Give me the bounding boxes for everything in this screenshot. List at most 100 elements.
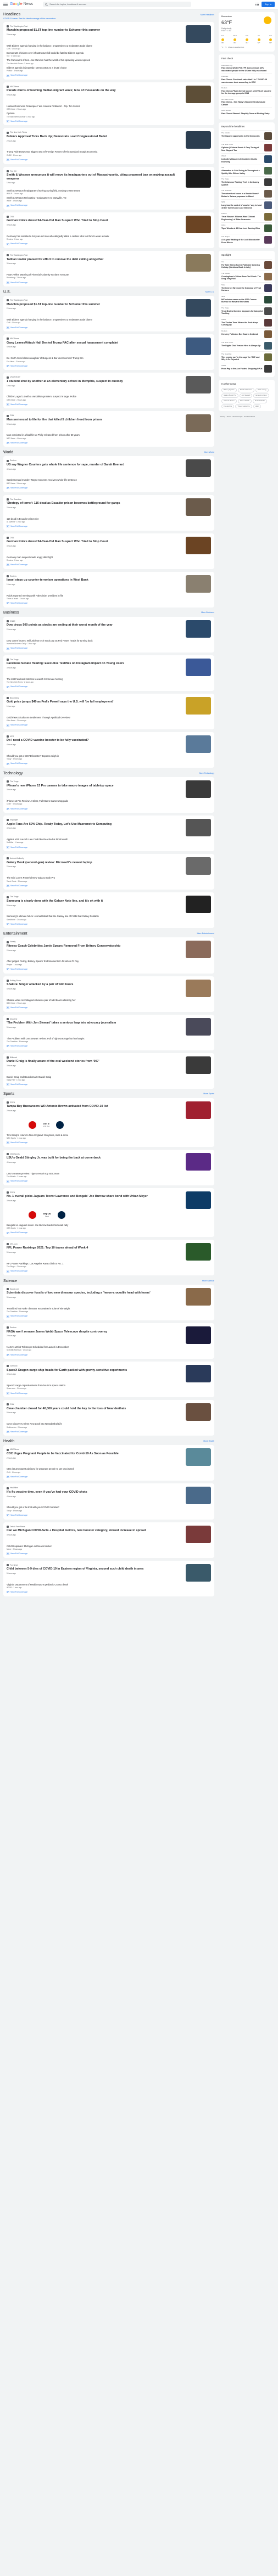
related-headline[interactable]: Dow Jones futures: Will Jobless tech sto… bbox=[7, 639, 211, 642]
game-score[interactable]: Oct 3 4:25 PM bbox=[7, 1119, 211, 1132]
publisher-name[interactable]: The Verge bbox=[10, 659, 19, 661]
related-headline[interactable]: With Biden's agenda hanging in the balan… bbox=[7, 44, 211, 47]
publisher-name[interactable]: Reuters bbox=[10, 1326, 16, 1329]
view-full-coverage-button[interactable]: View Full Coverage bbox=[7, 808, 211, 811]
related-headline[interactable]: Raids reported meeting with Palestinian … bbox=[7, 594, 211, 597]
story-headline[interactable]: Tampa Bay Buccaneers WR Antonio Brown ac… bbox=[7, 1105, 182, 1109]
publisher-name[interactable]: The New York Times bbox=[10, 131, 27, 133]
story-headline[interactable]: Shakira: Singer attacked by a pair of wi… bbox=[7, 983, 182, 987]
story-headline[interactable]: German Police Arrest 54-Year-Old Man Sus… bbox=[7, 219, 182, 223]
view-full-coverage-button[interactable]: View Full Coverage bbox=[7, 685, 211, 688]
publisher-name[interactable]: Engadget bbox=[10, 819, 18, 821]
story-thumbnail[interactable] bbox=[186, 459, 211, 477]
related-headline[interactable]: The Mini Lore's Powerful New Galaxy Book… bbox=[7, 876, 211, 879]
story-headline[interactable]: Scientists discover fossils of two new d… bbox=[7, 1291, 182, 1295]
story-thumbnail[interactable] bbox=[186, 376, 211, 394]
forecast-day[interactable]: Thu 61° bbox=[246, 35, 248, 44]
more-link-world[interactable]: More World bbox=[204, 451, 214, 454]
related-headline[interactable]: Trump Rule Draws Oat Biggest Dot Of Fore… bbox=[7, 150, 211, 153]
story-thumbnail[interactable] bbox=[186, 620, 211, 638]
story-headline[interactable]: Gang Leaves/Attack Hall Denied Trump PAC… bbox=[7, 341, 182, 345]
related-headline[interactable]: iPhone 13 Pro Review: A Clear, Full Macr… bbox=[7, 800, 211, 802]
publisher-name[interactable]: Gizmodo bbox=[10, 1365, 18, 1367]
view-full-coverage-button[interactable]: View Full Coverage bbox=[7, 1083, 211, 1086]
story-thumbnail[interactable] bbox=[186, 414, 211, 432]
story-headline[interactable]: Facebook Senate Hearing: Executive Testi… bbox=[7, 662, 182, 666]
publisher-name[interactable]: CNN bbox=[10, 537, 14, 539]
view-full-coverage-button[interactable]: View Full Coverage bbox=[7, 243, 211, 245]
beyond-item[interactable]: The Ringer A 40-year Walking of the Last … bbox=[221, 234, 272, 245]
publisher-name[interactable]: The Verge bbox=[10, 896, 19, 898]
story-thumbnail[interactable] bbox=[186, 1288, 211, 1306]
fact-check-item[interactable]: FactCheck.org Fact Check-White PIG-TFF do… bbox=[221, 62, 272, 74]
beyond-item[interactable]: The Guardian The advertised house in a fl… bbox=[221, 188, 272, 199]
view-full-coverage-button[interactable]: View Full Coverage bbox=[7, 602, 211, 605]
story-headline[interactable]: 'The Problem With Jon Stewart' takes a s… bbox=[7, 1021, 182, 1025]
related-headline[interactable]: Opinion bbox=[7, 112, 211, 115]
fact-check-item[interactable]: Reuters Fact Check-Pfizer did not launch … bbox=[221, 85, 272, 97]
story-headline[interactable]: Cave chamber closed for 40,000 years cou… bbox=[7, 1407, 182, 1411]
view-full-coverage-button[interactable]: View Full Coverage bbox=[7, 487, 211, 490]
publisher-name[interactable]: The Hill bbox=[10, 170, 16, 172]
story-headline[interactable]: Can we Michigan COVID-facts + Hospital m… bbox=[7, 1529, 182, 1533]
view-full-coverage-button[interactable]: View Full Coverage bbox=[7, 1315, 211, 1318]
publisher-name[interactable]: ESPN bbox=[10, 1191, 15, 1194]
story-thumbnail[interactable] bbox=[186, 1365, 211, 1383]
story-thumbnail[interactable] bbox=[186, 735, 211, 753]
story-thumbnail[interactable] bbox=[186, 658, 211, 676]
related-headline[interactable]: LSU's season preview: Tigers remain top … bbox=[7, 1172, 211, 1175]
story-headline[interactable]: NASA won't rename James Webb Space Teles… bbox=[7, 1330, 182, 1334]
spotlight-item[interactable]: Wired The 'Tucker Time' Where the Ends Ke… bbox=[221, 317, 272, 328]
view-full-coverage-button[interactable]: View Full Coverage bbox=[7, 204, 211, 207]
view-full-coverage-button[interactable]: View Full Coverage bbox=[7, 1270, 211, 1273]
story-thumbnail[interactable] bbox=[186, 1563, 211, 1582]
more-link-headlines[interactable]: More Headlines bbox=[201, 14, 214, 16]
fact-check-item[interactable]: PolitiFact Fact Check: Facebook rates tha… bbox=[221, 74, 272, 85]
spotlight-item[interactable]: The Guardian This vendor run 'in the cage… bbox=[221, 351, 272, 363]
section-title-us[interactable]: U.S. bbox=[3, 290, 11, 295]
related-headline[interactable]: Sarah Everard murder: Wayne Couzens rece… bbox=[7, 479, 211, 481]
publisher-name[interactable]: Reuters bbox=[10, 459, 16, 462]
menu-icon[interactable] bbox=[3, 3, 8, 6]
story-thumbnail[interactable] bbox=[186, 1525, 211, 1543]
game-score[interactable]: Sep 30 Final bbox=[7, 1209, 211, 1222]
beyond-item[interactable]: The Verge The Infamous 'Fasting' Tech in … bbox=[221, 176, 272, 188]
publisher-name[interactable]: CNN bbox=[10, 216, 14, 218]
related-headline[interactable]: The framework of Sen. Joe Manchin has th… bbox=[7, 59, 211, 61]
related-headline[interactable]: COVID updates: Michigan outbreaks tracke… bbox=[7, 1545, 211, 1548]
beyond-item[interactable]: Politico 'I'm a 'Boston' Alliance-Ward Cl… bbox=[221, 211, 272, 222]
story-headline[interactable]: Manchin proposed $1.5T top-line number t… bbox=[7, 303, 182, 307]
related-headline[interactable]: Germany man suspect made angry after fig… bbox=[7, 556, 211, 559]
related-headline[interactable]: SpaceX cargo capsule returns from NASA's… bbox=[7, 1384, 211, 1387]
publisher-name[interactable]: CNN bbox=[10, 1403, 14, 1405]
story-headline[interactable]: Apple Fans Are 50% Chip. Ready Today, Le… bbox=[7, 823, 182, 826]
spotlight-item[interactable]: The Verge Tesla Begins Massive Upgrades f… bbox=[221, 305, 272, 317]
topic-chip[interactable]: Ecuador prison bbox=[253, 393, 269, 398]
story-thumbnail[interactable] bbox=[186, 896, 211, 914]
story-thumbnail[interactable] bbox=[186, 170, 211, 188]
forecast-day[interactable]: Sat 60° bbox=[269, 35, 272, 44]
covid-notice[interactable]: COVID-19 news: See the latest coverage o… bbox=[3, 18, 214, 20]
view-full-coverage-button[interactable]: View Full Coverage bbox=[7, 1045, 211, 1048]
publisher-name[interactable]: Space.com bbox=[10, 1288, 19, 1290]
story-headline[interactable]: Dow drops 500 points as stocks are endin… bbox=[7, 623, 182, 627]
more-link-technology[interactable]: More Technology bbox=[199, 772, 214, 775]
story-headline[interactable]: Child between 5-9 dies of COVID-19 in Ea… bbox=[7, 1567, 182, 1571]
story-headline[interactable]: Gold price jumps $40 as Fed's Powell say… bbox=[7, 700, 182, 704]
related-headline[interactable]: Fears Yellen Warning of Financial Calami… bbox=[7, 273, 211, 276]
story-headline[interactable]: Samsung is clearly done with the Galaxy … bbox=[7, 899, 182, 903]
story-headline[interactable]: Fitness Coach Celebrities Jamie Spears R… bbox=[7, 944, 182, 948]
view-full-coverage-button[interactable]: View Full Coverage bbox=[7, 1514, 211, 1517]
story-thumbnail[interactable] bbox=[186, 254, 211, 272]
spotlight-item[interactable]: The Atlantic Cunningham's Yellow-Bone-Ted… bbox=[221, 271, 272, 282]
story-thumbnail[interactable] bbox=[186, 299, 211, 317]
related-headline[interactable]: Tom Brady's return to New England: Story… bbox=[7, 1134, 211, 1137]
story-headline[interactable]: NFL Power Rankings 2021: Top 10 teams ah… bbox=[7, 1246, 182, 1250]
weather-unit-tab[interactable]: More on weather.com bbox=[228, 46, 244, 49]
story-thumbnail[interactable] bbox=[186, 25, 211, 43]
view-full-coverage-button[interactable]: View Full Coverage bbox=[7, 968, 211, 971]
publisher-name[interactable]: NPR bbox=[10, 735, 14, 738]
story-thumbnail[interactable] bbox=[186, 1101, 211, 1119]
spotlight-item[interactable]: CNET From Pay to the Ace Fastest Shopping… bbox=[221, 363, 272, 374]
topic-chip[interactable]: Debt ceiling bbox=[255, 387, 269, 392]
